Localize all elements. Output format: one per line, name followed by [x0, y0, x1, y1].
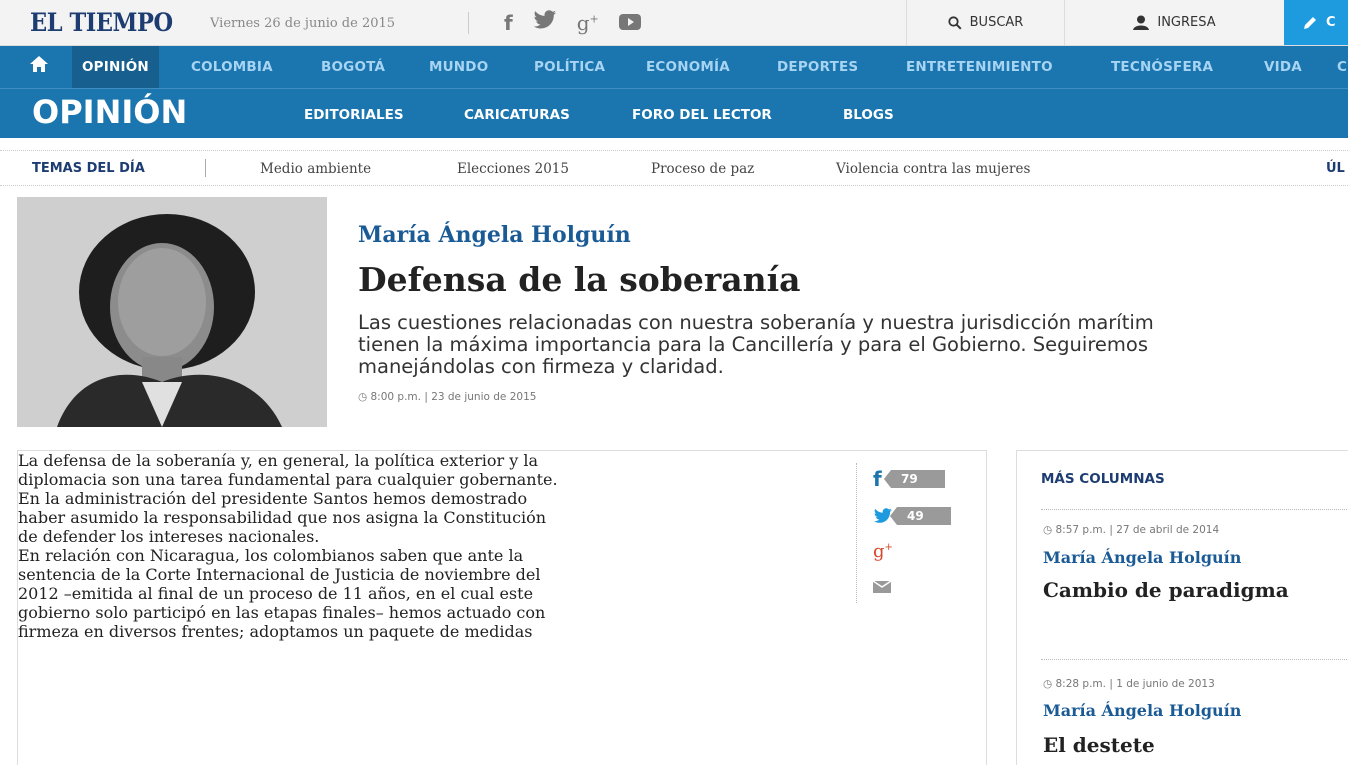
search-icon [948, 15, 962, 30]
site-logo[interactable]: EL TIEMPO [30, 8, 173, 37]
nav-item-politica[interactable]: POLÍTICA [534, 46, 605, 88]
home-icon[interactable] [22, 55, 56, 79]
nav-item-tecnosfera[interactable]: TECNÓSFERA [1111, 46, 1213, 88]
text-line: En la administración del presidente Sant… [18, 489, 528, 508]
pencil-icon [1304, 16, 1316, 29]
text-line: diplomacia son una tarea fundamental par… [18, 470, 558, 489]
subnav-caricaturas[interactable]: CARICATURAS [464, 107, 570, 123]
google-plus-icon: g+ [873, 541, 893, 562]
nav-item-colombia[interactable]: COLOMBIA [191, 46, 273, 88]
author-photo [17, 197, 327, 427]
more-columns-heading: MÁS COLUMNAS [1041, 471, 1165, 487]
nav-item-deportes[interactable]: DEPORTES [777, 46, 858, 88]
divider [205, 159, 206, 177]
article-title: Defensa de la soberanía [358, 260, 801, 299]
twitter-count: 49 [890, 507, 951, 525]
text-line: firmeza en diversos frentes; adoptamos u… [18, 622, 533, 641]
text-line: En relación con Nicaragua, los colombian… [18, 546, 524, 565]
nav-item-mundo[interactable]: MUNDO [429, 46, 488, 88]
nav-item-vida[interactable]: VIDA [1264, 46, 1302, 88]
nav-item-economia[interactable]: ECONOMÍA [646, 46, 730, 88]
top-bar: EL TIEMPO Viernes 26 de junio de 2015 f … [0, 0, 1348, 46]
main-nav: OPINIÓN COLOMBIA BOGOTÁ MUNDO POLÍTICA E… [0, 46, 1348, 88]
timestamp-text: 8:00 p.m. | 23 de junio de 2015 [370, 391, 537, 403]
text-line: sentencia de la Corte Internacional de J… [18, 565, 541, 584]
clock-icon: ◷ [358, 391, 371, 403]
lead-line: manejándolas con firmeza y claridad. [358, 355, 724, 378]
user-icon [1133, 15, 1150, 30]
nav-item-opinion[interactable]: OPINIÓN [72, 46, 159, 88]
topics-bar: TEMAS DEL DÍA Medio ambiente Elecciones … [0, 150, 1348, 186]
article-author[interactable]: María Ángela Holguín [358, 222, 631, 248]
article-body: La defensa de la soberanía y, en general… [17, 450, 987, 765]
text-line: haber asumido la responsabilidad que nos… [18, 508, 547, 527]
section-title[interactable]: OPINIÓN [32, 93, 187, 131]
section-bar: OPINIÓN EDITORIALES CARICATURAS FORO DEL… [0, 88, 1348, 138]
twitter-icon[interactable] [533, 10, 557, 35]
email-share[interactable] [873, 581, 891, 593]
youtube-icon[interactable] [618, 11, 641, 35]
write-button[interactable]: C [1284, 0, 1348, 45]
login-label: INGRESA [1157, 15, 1216, 30]
clock-icon: ◷ [1043, 678, 1056, 690]
column-time-text: 8:28 p.m. | 1 de junio de 2013 [1055, 678, 1215, 690]
article-timestamp: ◷ 8:00 p.m. | 23 de junio de 2015 [358, 391, 536, 403]
nav-item-bogota[interactable]: BOGOTÁ [321, 46, 385, 88]
column-title[interactable]: Cambio de paradigma [1043, 578, 1289, 602]
divider [1041, 509, 1348, 510]
email-icon [873, 581, 891, 593]
lead-line: Las cuestiones relacionadas con nuestra … [358, 311, 1154, 334]
google-plus-share[interactable]: g+ [873, 541, 893, 562]
text-line: gobierno solo participó en las etapas fi… [18, 603, 546, 622]
subnav-foro-del-lector[interactable]: FORO DEL LECTOR [632, 107, 772, 123]
topic-elecciones[interactable]: Elecciones 2015 [457, 161, 569, 177]
column-author[interactable]: María Ángela Holguín [1043, 548, 1241, 567]
column-time-text: 8:57 p.m. | 27 de abril de 2014 [1055, 524, 1220, 536]
facebook-share[interactable]: f 79 [873, 467, 945, 491]
topics-label: TEMAS DEL DÍA [32, 161, 145, 176]
topic-medio-ambiente[interactable]: Medio ambiente [260, 161, 371, 177]
more-columns: MÁS COLUMNAS ◷ 8:57 p.m. | 27 de abril d… [1016, 450, 1348, 765]
lead-line: tienen la máxima importancia para la Can… [358, 333, 1148, 356]
share-bar: f 79 49 g+ [856, 463, 966, 603]
nav-item-more[interactable]: C [1337, 46, 1347, 88]
facebook-icon[interactable]: f [504, 11, 513, 35]
article-lead: Las cuestiones relacionadas con nuestra … [358, 312, 1348, 378]
topics-right-label[interactable]: ÚL [1326, 161, 1345, 176]
facebook-count: 79 [884, 470, 945, 488]
current-date: Viernes 26 de junio de 2015 [210, 16, 396, 31]
divider [468, 12, 469, 34]
topic-proceso-de-paz[interactable]: Proceso de paz [651, 161, 754, 177]
text-line: La defensa de la soberanía y, en general… [18, 451, 539, 470]
search-button[interactable]: BUSCAR [906, 0, 1064, 45]
column-timestamp: ◷ 8:28 p.m. | 1 de junio de 2013 [1043, 678, 1215, 690]
twitter-share[interactable]: 49 [873, 507, 951, 525]
subnav-blogs[interactable]: BLOGS [843, 107, 894, 123]
nav-item-entretenimiento[interactable]: ENTRETENIMIENTO [906, 46, 1053, 88]
divider [1041, 659, 1348, 660]
column-author[interactable]: María Ángela Holguín [1043, 701, 1241, 720]
social-links: f g+ [504, 10, 641, 35]
topic-violencia[interactable]: Violencia contra las mujeres [836, 161, 1030, 177]
login-button[interactable]: INGRESA [1064, 0, 1284, 45]
text-line: de defender los intereses nacionales. [18, 527, 320, 546]
clock-icon: ◷ [1043, 524, 1056, 536]
text-line: 2012 –emitida al final de un proceso de … [18, 584, 534, 603]
write-button-label: C [1326, 15, 1336, 30]
column-timestamp: ◷ 8:57 p.m. | 27 de abril de 2014 [1043, 524, 1219, 536]
search-label: BUSCAR [969, 15, 1024, 30]
subnav-editoriales[interactable]: EDITORIALES [304, 107, 404, 123]
column-title[interactable]: El destete [1043, 733, 1155, 757]
google-plus-icon[interactable]: g+ [577, 11, 599, 35]
